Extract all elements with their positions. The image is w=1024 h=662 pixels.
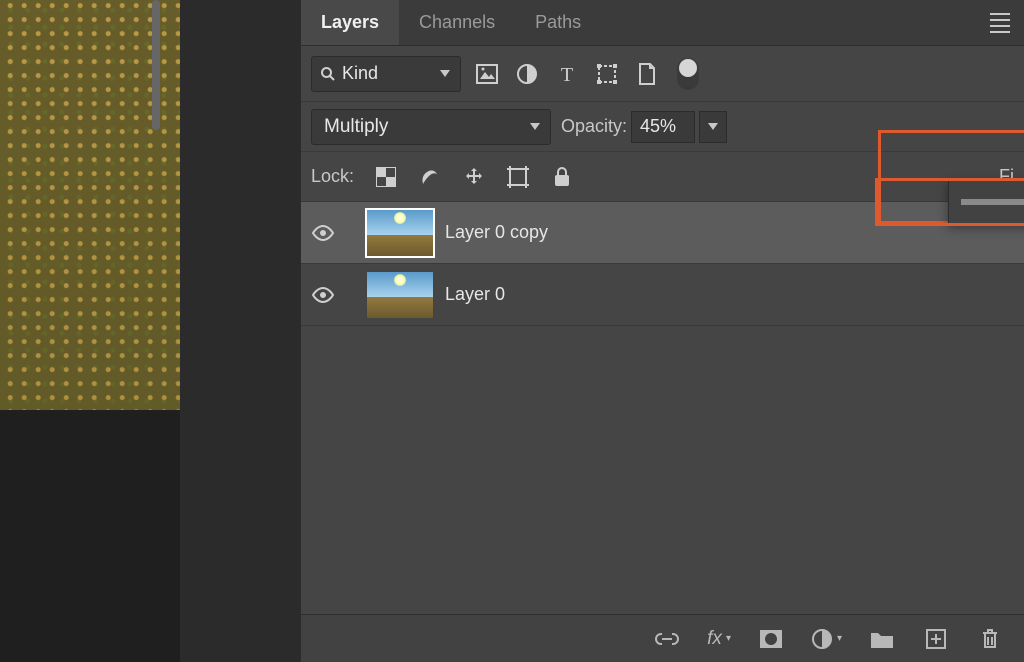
filter-adjustment-icon[interactable]	[513, 60, 541, 88]
tab-paths[interactable]: Paths	[515, 0, 601, 45]
eye-icon	[312, 287, 334, 303]
filter-pixel-icon[interactable]	[473, 60, 501, 88]
filter-smartobject-icon[interactable]	[633, 60, 661, 88]
opacity-label[interactable]: Opacity:	[561, 116, 627, 137]
layer-effects-button[interactable]: fx ▾	[707, 625, 731, 653]
lock-label: Lock:	[311, 166, 354, 187]
fx-icon: fx	[707, 628, 722, 650]
layer-name-label[interactable]: Layer 0	[445, 284, 505, 305]
panel-footer: fx ▾ ▾	[301, 614, 1024, 662]
chevron-down-icon	[530, 123, 540, 130]
workspace-gap	[180, 0, 300, 662]
panel-menu-button[interactable]	[990, 0, 1010, 45]
new-layer-button[interactable]	[922, 625, 950, 653]
blend-mode-select[interactable]: Multiply	[311, 109, 551, 145]
tab-channels[interactable]: Channels	[399, 0, 515, 45]
delete-layer-button[interactable]	[976, 625, 1004, 653]
layer-item[interactable]: Layer 0	[301, 264, 1024, 326]
adjustment-layer-button[interactable]: ▾	[811, 625, 842, 653]
filter-shape-icon[interactable]	[593, 60, 621, 88]
chevron-down-icon	[440, 70, 450, 77]
hamburger-icon	[990, 13, 1010, 33]
blend-opacity-row: Multiply Opacity: 45%	[301, 102, 1024, 152]
layer-item[interactable]: Layer 0 copy	[301, 202, 1024, 264]
lock-all-icon[interactable]	[548, 163, 576, 191]
lock-pixels-icon[interactable]	[416, 163, 444, 191]
opacity-slider-track[interactable]	[961, 199, 1024, 205]
toggle-knob-icon	[679, 59, 697, 77]
opacity-control: Opacity: 45%	[561, 111, 727, 143]
svg-text:T: T	[561, 64, 573, 85]
filter-toggle[interactable]	[677, 58, 699, 90]
visibility-toggle[interactable]	[309, 225, 337, 241]
blend-mode-value: Multiply	[324, 116, 520, 138]
panel-tab-bar: Layers Channels Paths	[301, 0, 1024, 46]
canvas-scrollbar[interactable]	[152, 0, 160, 130]
layer-thumbnail[interactable]	[365, 270, 435, 320]
layers-panel: Layers Channels Paths Kind T	[300, 0, 1024, 662]
layer-thumbnail[interactable]	[365, 208, 435, 258]
opacity-dropdown-button[interactable]	[699, 111, 727, 143]
link-layers-button[interactable]	[653, 625, 681, 653]
filter-kind-label: Kind	[342, 63, 434, 84]
visibility-toggle[interactable]	[309, 287, 337, 303]
lock-artboard-icon[interactable]	[504, 163, 532, 191]
lock-fill-row: Lock: Fi	[301, 152, 1024, 202]
canvas-area[interactable]	[0, 0, 180, 662]
layer-list: Layer 0 copy Layer 0	[301, 202, 1024, 614]
layer-filter-row: Kind T	[301, 46, 1024, 102]
opacity-value-input[interactable]: 45%	[631, 111, 695, 143]
new-group-button[interactable]	[868, 625, 896, 653]
add-mask-button[interactable]	[757, 625, 785, 653]
search-icon	[320, 66, 336, 82]
lock-position-icon[interactable]	[460, 163, 488, 191]
tab-layers[interactable]: Layers	[301, 0, 399, 45]
filter-kind-select[interactable]: Kind	[311, 56, 461, 92]
layer-name-label[interactable]: Layer 0 copy	[445, 222, 548, 243]
lock-transparency-icon[interactable]	[372, 163, 400, 191]
opacity-slider-popup[interactable]	[948, 180, 1024, 224]
eye-icon	[312, 225, 334, 241]
filter-type-icon[interactable]: T	[553, 60, 581, 88]
chevron-down-icon	[708, 123, 718, 130]
